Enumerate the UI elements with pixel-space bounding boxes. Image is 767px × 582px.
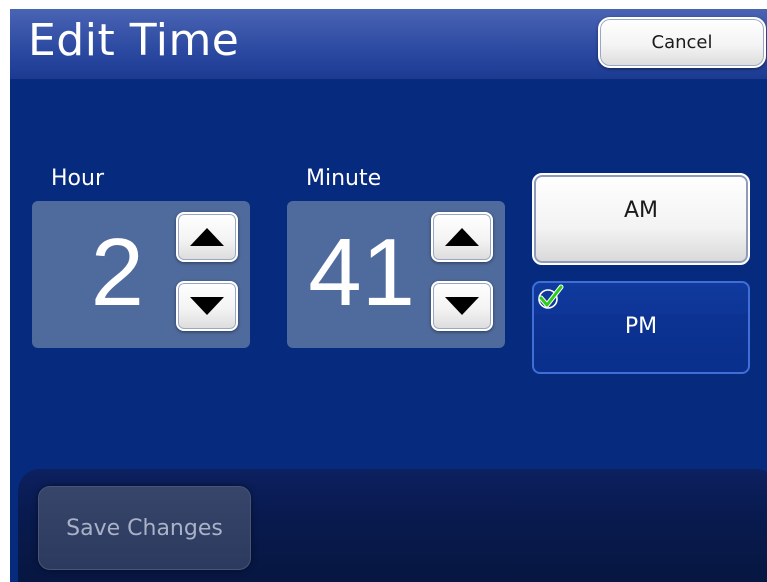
pm-label: PM	[624, 314, 658, 339]
save-changes-button[interactable]: Save Changes	[38, 486, 251, 570]
minute-up-button[interactable]	[431, 212, 493, 262]
hour-label: Hour	[51, 166, 104, 191]
checkmark-icon	[538, 284, 564, 309]
page-title: Edit Time	[28, 15, 240, 66]
hour-down-button[interactable]	[176, 281, 238, 331]
hour-value: 2	[90, 219, 144, 326]
cancel-button[interactable]: Cancel	[598, 17, 766, 68]
triangle-up-icon	[190, 228, 224, 246]
triangle-up-icon	[445, 228, 479, 246]
triangle-down-icon	[445, 297, 479, 315]
header-bar: Edit Time Cancel	[10, 9, 767, 80]
minute-panel: 41	[287, 201, 505, 348]
am-label: AM	[623, 197, 659, 223]
pm-button[interactable]: PM	[532, 281, 750, 374]
hour-up-button[interactable]	[176, 212, 238, 262]
edit-time-screen: Edit Time Cancel Hour 2 Minute 41 AM PM …	[10, 9, 767, 582]
minute-down-button[interactable]	[431, 281, 493, 331]
minute-label: Minute	[306, 166, 382, 191]
hour-panel: 2	[32, 201, 250, 348]
minute-value: 41	[308, 219, 415, 326]
triangle-down-icon	[190, 297, 224, 315]
am-button[interactable]: AM	[532, 173, 750, 265]
